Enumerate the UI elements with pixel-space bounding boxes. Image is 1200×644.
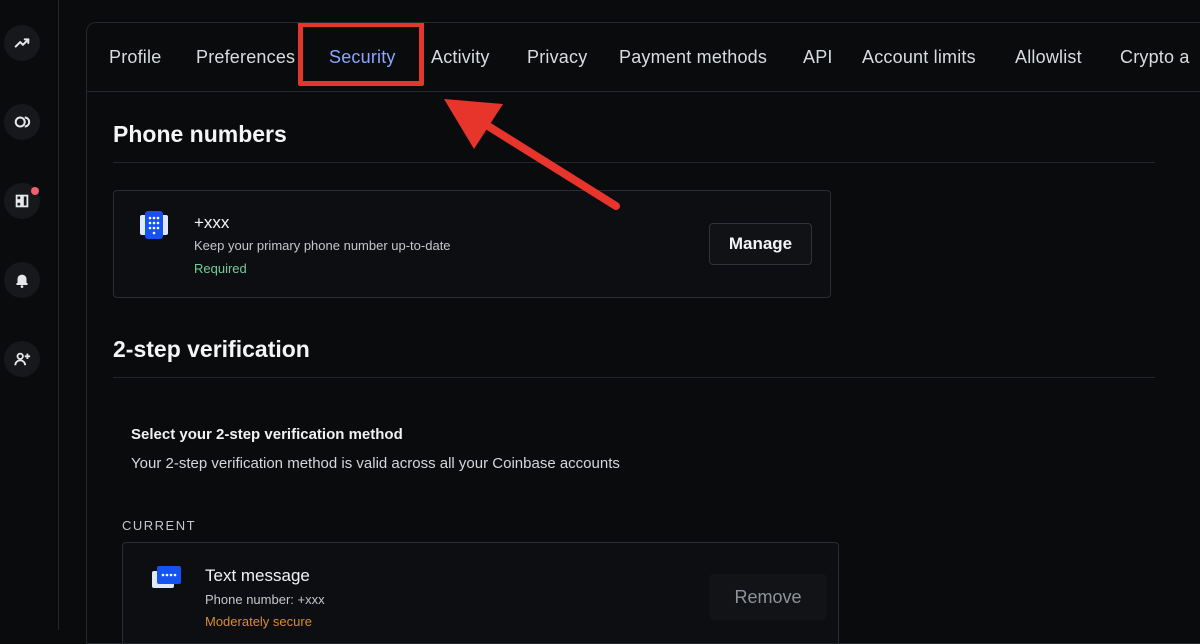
select-method-description: Your 2-step verification method is valid… <box>131 455 620 472</box>
tab-allowlist[interactable]: Allowlist <box>1015 47 1082 68</box>
current-label: CURRENT <box>122 518 197 533</box>
phone-numbers-heading: Phone numbers <box>113 121 287 147</box>
tab-activity[interactable]: Activity <box>431 47 490 68</box>
tab-api[interactable]: API <box>803 47 833 68</box>
tab-account-limits[interactable]: Account limits <box>862 47 976 68</box>
text-message-icon <box>152 566 181 588</box>
trending-up-icon[interactable] <box>4 25 40 61</box>
tab-preferences[interactable]: Preferences <box>196 47 295 68</box>
add-user-icon[interactable] <box>4 341 40 377</box>
phone-number-card: +xxx Keep your primary phone number up-t… <box>113 190 831 298</box>
tab-privacy[interactable]: Privacy <box>527 47 587 68</box>
phone-icon <box>140 211 168 239</box>
tab-payment-methods[interactable]: Payment methods <box>619 47 767 68</box>
settings-tabs: Profile Preferences Security Activity Pr… <box>87 23 1200 92</box>
select-method-heading: Select your 2-step verification method <box>131 426 403 443</box>
divider <box>113 162 1155 163</box>
phone-number-description: Keep your primary phone number up-to-dat… <box>194 238 451 253</box>
tab-crypto-addresses[interactable]: Crypto a <box>1120 47 1190 68</box>
dashboard-icon[interactable] <box>4 183 40 219</box>
coinbase-one-icon[interactable] <box>4 104 40 140</box>
security-level-badge: Moderately secure <box>205 614 312 629</box>
two-step-heading: 2-step verification <box>113 336 310 362</box>
divider <box>113 377 1155 378</box>
security-tab-highlight <box>298 23 424 86</box>
current-method-card: Text message Phone number: +xxx Moderate… <box>122 542 839 643</box>
notification-dot <box>31 187 39 195</box>
left-sidebar <box>0 0 59 630</box>
manage-button[interactable]: Manage <box>709 223 812 265</box>
tab-profile[interactable]: Profile <box>109 47 161 68</box>
method-phone-number: Phone number: +xxx <box>205 592 325 607</box>
text-message-title: Text message <box>205 566 310 585</box>
phone-number-value: +xxx <box>194 213 230 232</box>
required-badge: Required <box>194 261 247 276</box>
bell-icon[interactable] <box>4 262 40 298</box>
settings-panel: Profile Preferences Security Activity Pr… <box>86 22 1200 644</box>
remove-button[interactable]: Remove <box>709 574 827 620</box>
